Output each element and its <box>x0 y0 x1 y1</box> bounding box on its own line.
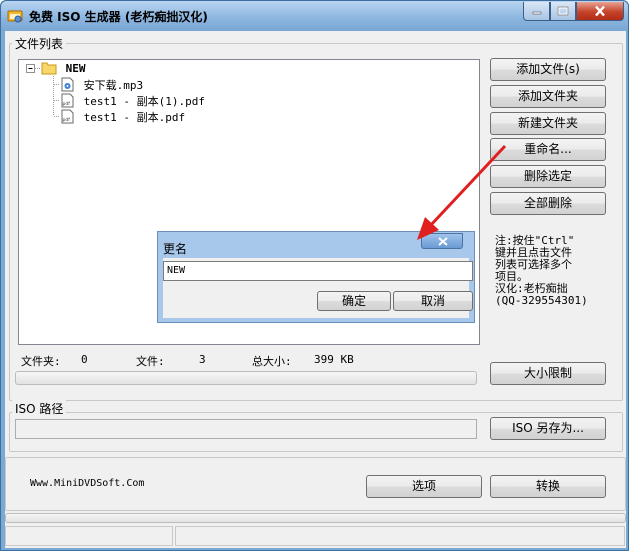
app-window: 免费 ISO 生成器 (老朽痴拙汉化) 文件列表 NEW 安下载.mp3 pdf… <box>0 0 629 551</box>
status-cell <box>175 526 625 546</box>
minimize-icon <box>532 11 541 15</box>
client-area: 文件列表 NEW 安下载.mp3 pdf test1 - 副本(1).pdf p… <box>5 31 626 548</box>
files-count: 3 <box>199 353 206 366</box>
folders-label: 文件夹: <box>21 355 61 368</box>
status-cell <box>5 526 173 546</box>
maximize-icon <box>557 6 569 16</box>
close-icon <box>595 5 605 17</box>
title-bar[interactable]: 免费 ISO 生成器 (老朽痴拙汉化) <box>1 1 628 31</box>
size-progress-bar <box>15 371 477 385</box>
convert-button[interactable]: 转换 <box>490 475 606 498</box>
minimize-button[interactable] <box>523 2 550 21</box>
files-label: 文件: <box>136 355 165 368</box>
app-icon <box>7 8 23 24</box>
iso-path-group-title: ISO 路径 <box>12 400 67 417</box>
options-button[interactable]: 选项 <box>366 475 482 498</box>
close-button[interactable] <box>576 2 624 21</box>
iso-path-field[interactable] <box>15 419 477 439</box>
folders-count: 0 <box>81 353 88 366</box>
size-limit-button[interactable]: 大小限制 <box>490 362 606 385</box>
conversion-progress-bar <box>5 513 626 523</box>
total-size-label: 总大小: <box>252 355 292 368</box>
annotation-arrow <box>417 144 507 240</box>
iso-save-as-button[interactable]: ISO 另存为... <box>490 417 606 440</box>
status-bar <box>5 524 626 548</box>
total-size-value: 399 KB <box>314 353 354 366</box>
maximize-button[interactable] <box>550 2 576 21</box>
window-title: 免费 ISO 生成器 (老朽痴拙汉化) <box>29 10 208 24</box>
website-link[interactable]: Www.MiniDVDSoft.Com <box>30 478 144 489</box>
